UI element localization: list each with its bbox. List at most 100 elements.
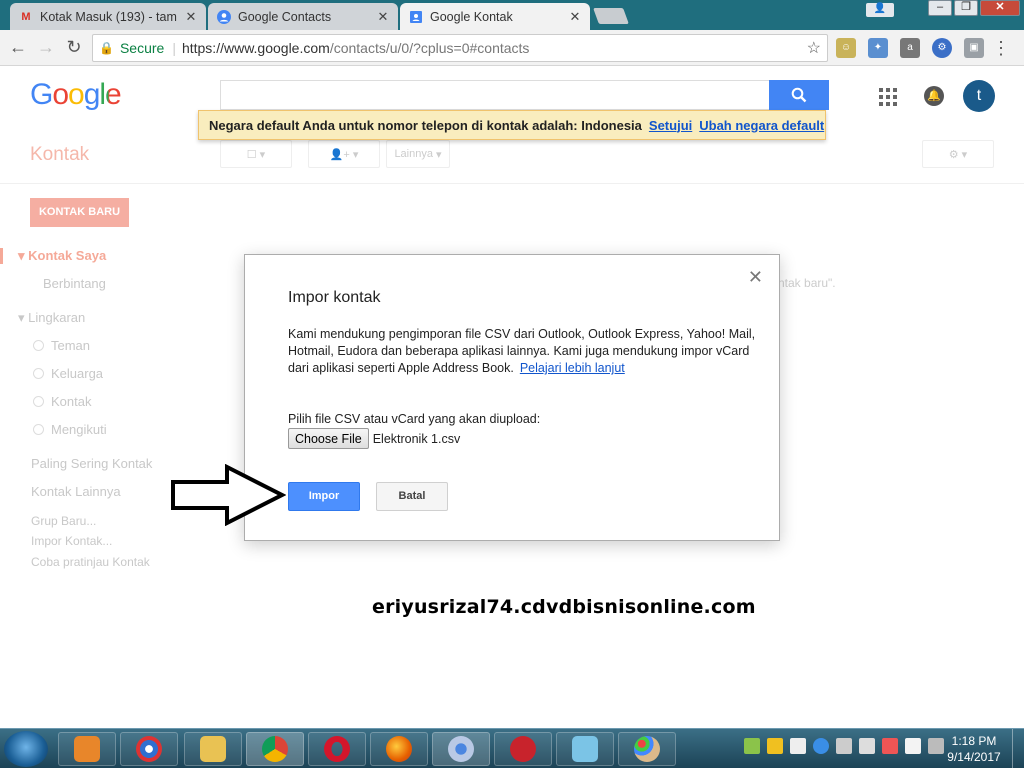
sidebar-item-circle[interactable]: Mengikuti xyxy=(33,422,233,437)
lock-icon: 🔒 xyxy=(99,41,114,55)
search-button[interactable] xyxy=(769,80,829,110)
tray-icon[interactable] xyxy=(790,738,806,754)
add-to-circle-button[interactable]: 👤+ ▾ xyxy=(308,140,380,168)
avatar[interactable]: t xyxy=(963,80,995,112)
sidebar-item-label: Keluarga xyxy=(51,366,104,381)
forward-arrow-icon[interactable]: → xyxy=(34,36,58,60)
reload-icon[interactable]: ↻ xyxy=(62,36,86,60)
tray-icon[interactable] xyxy=(813,738,829,754)
try-preview-link[interactable]: Coba pratinjau Kontak xyxy=(31,555,231,569)
browser-menu-icon[interactable]: ⋮ xyxy=(992,38,1010,58)
minimize-button[interactable]: – xyxy=(928,0,952,16)
tray-icon[interactable] xyxy=(767,738,783,754)
tab-google-kontak[interactable]: Google Kontak ✕ xyxy=(400,3,590,30)
address-bar[interactable]: 🔒 Secure | https://www.google.com/contac… xyxy=(92,34,828,62)
extension-icon[interactable]: ✦ xyxy=(868,38,888,58)
gmail-icon: M xyxy=(21,10,31,23)
bookmark-star-icon[interactable]: ☆ xyxy=(807,38,821,58)
app-icon xyxy=(136,736,162,762)
window-close-button[interactable]: ✕ xyxy=(980,0,1020,16)
firefox-icon xyxy=(386,736,412,762)
circle-icon xyxy=(33,396,44,407)
sidebar-item-my-contacts[interactable]: ▾ Kontak Saya xyxy=(0,248,200,264)
volume-icon[interactable] xyxy=(836,738,852,754)
tab-title: Google Kontak xyxy=(430,9,513,24)
notice-text: Negara default Anda untuk nomor telepon … xyxy=(209,117,642,133)
default-country-notice: Negara default Anda untuk nomor telepon … xyxy=(198,110,826,140)
sidebar-item-circles[interactable]: ▾ Lingkaran xyxy=(18,310,218,326)
agree-link[interactable]: Setujui xyxy=(649,118,692,133)
clock-time: 1:18 PM xyxy=(951,734,997,748)
network-icon[interactable] xyxy=(905,738,921,754)
sidebar-item-label: Kontak Saya xyxy=(28,248,107,263)
taskbar-chrome[interactable] xyxy=(246,732,304,766)
extensions-area: ☺ ✦ a ⚙ ▣ xyxy=(836,38,984,58)
chromium-icon xyxy=(448,736,474,762)
url-host: https://www.google.com xyxy=(181,40,330,56)
taskbar-opera[interactable] xyxy=(308,732,366,766)
cancel-button[interactable]: Batal xyxy=(376,482,448,511)
settings-gear-icon[interactable]: ⚙ ▾ xyxy=(922,140,994,168)
select-checkbox-dropdown[interactable]: ☐ ▾ xyxy=(220,140,292,168)
taskbar-notepad[interactable] xyxy=(556,732,614,766)
sidebar-item-label: Kontak xyxy=(51,394,92,409)
sidebar-item-label: Lingkaran xyxy=(28,310,86,325)
extension-icon[interactable]: ☺ xyxy=(836,38,856,58)
show-desktop-button[interactable] xyxy=(1012,729,1024,768)
extension-icon[interactable]: a xyxy=(900,38,920,58)
learn-more-link[interactable]: Pelajari lebih lanjut xyxy=(520,361,625,375)
separator: | xyxy=(172,40,176,56)
file-picker-label: Pilih file CSV atau vCard yang akan diup… xyxy=(288,412,541,426)
window-controls: – ❐ ✕ xyxy=(928,0,1020,16)
tray-icon[interactable] xyxy=(928,738,944,754)
new-tab-button[interactable] xyxy=(593,8,629,24)
notepad-icon xyxy=(572,736,598,762)
google-logo[interactable]: Google xyxy=(30,78,122,112)
tab-google-contacts[interactable]: Google Contacts ✕ xyxy=(208,3,398,30)
maximize-button[interactable]: ❐ xyxy=(954,0,978,16)
sidebar-item-circle[interactable]: Kontak xyxy=(33,394,233,409)
contacts-icon xyxy=(216,9,232,25)
taskbar-explorer[interactable] xyxy=(184,732,242,766)
media-player-icon xyxy=(74,736,100,762)
import-button[interactable]: Impor xyxy=(288,482,360,511)
back-arrow-icon[interactable]: ← xyxy=(6,36,30,60)
signal-icon[interactable] xyxy=(859,738,875,754)
new-contact-button[interactable]: KONTAK BARU xyxy=(30,198,129,227)
taskbar-app[interactable] xyxy=(120,732,178,766)
close-icon[interactable]: ✕ xyxy=(568,9,582,25)
folder-icon xyxy=(200,736,226,762)
sidebar-item-circle[interactable]: Teman xyxy=(33,338,233,353)
search-input[interactable] xyxy=(220,80,770,110)
more-dropdown[interactable]: Lainnya ▾ xyxy=(386,140,450,168)
close-icon[interactable]: ✕ xyxy=(748,267,763,288)
extension-icon[interactable]: ▣ xyxy=(964,38,984,58)
profile-switch-button[interactable]: 👤 xyxy=(866,3,894,17)
sidebar-item-starred[interactable]: Berbintang xyxy=(43,276,243,291)
notifications-bell-icon[interactable]: 🔔 xyxy=(924,86,944,106)
taskbar-media-player[interactable] xyxy=(58,732,116,766)
circle-icon xyxy=(33,424,44,435)
import-contacts-link[interactable]: Impor Kontak... xyxy=(31,534,231,548)
browser-toolbar: ← → ↻ 🔒 Secure | https://www.google.com /… xyxy=(0,30,1024,66)
tray-icon[interactable] xyxy=(744,738,760,754)
choose-file-button[interactable]: Choose File xyxy=(288,428,369,449)
close-icon[interactable]: ✕ xyxy=(376,9,390,25)
apps-grid-icon[interactable] xyxy=(879,88,897,106)
extension-icon[interactable]: ⚙ xyxy=(932,38,952,58)
taskbar-chromium[interactable] xyxy=(432,732,490,766)
change-country-link[interactable]: Ubah negara default xyxy=(699,118,824,133)
start-button[interactable] xyxy=(4,731,48,767)
taskbar-firefox[interactable] xyxy=(370,732,428,766)
divider xyxy=(0,183,1024,184)
secure-label: Secure xyxy=(119,40,165,56)
tab-gmail[interactable]: M Kotak Masuk (193) - tam ✕ xyxy=(10,3,206,30)
taskbar-downloader[interactable] xyxy=(494,732,552,766)
opera-icon xyxy=(324,736,350,762)
close-icon[interactable]: ✕ xyxy=(184,9,198,25)
taskbar-clock[interactable]: 1:18 PM 9/14/2017 xyxy=(944,733,1004,765)
sidebar-item-circle[interactable]: Keluarga xyxy=(33,366,233,381)
taskbar-paint[interactable] xyxy=(618,732,676,766)
file-picker: Choose File Elektronik 1.csv xyxy=(288,428,460,449)
tray-icon[interactable] xyxy=(882,738,898,754)
